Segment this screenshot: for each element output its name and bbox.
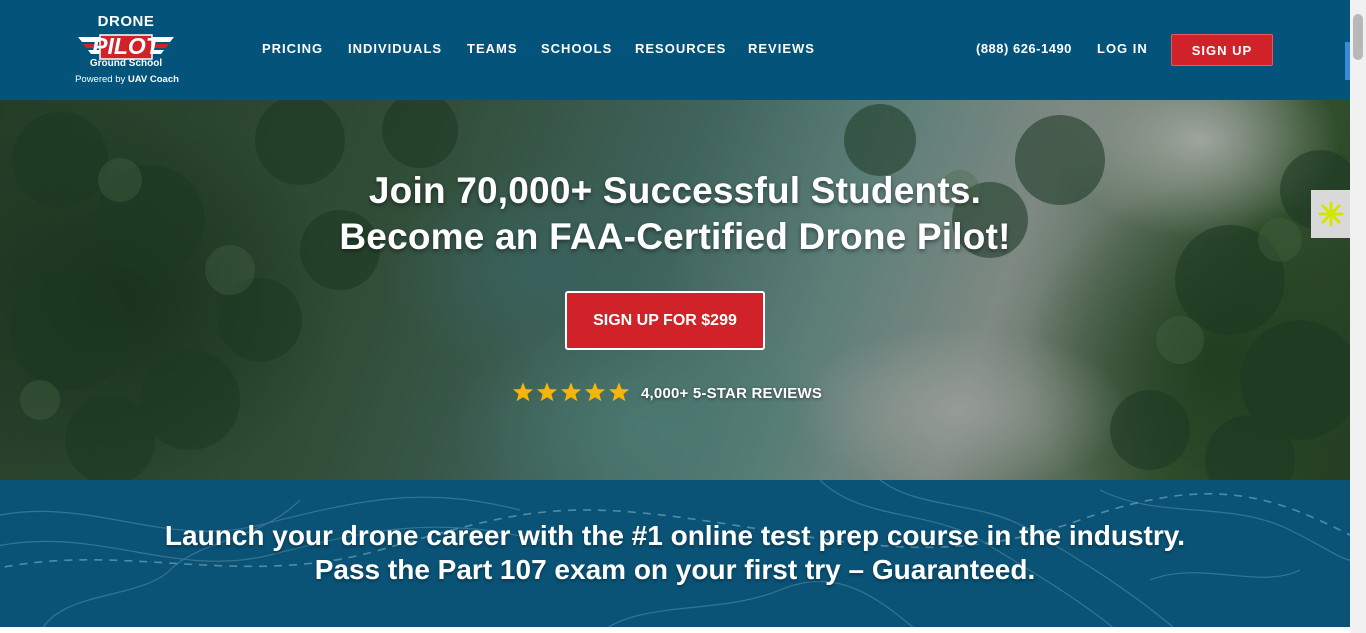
reviews-count-text[interactable]: 4,000+ 5-STAR REVIEWS [641, 385, 822, 402]
hero-content: Join 70,000+ Successful Students. Become… [0, 100, 1350, 480]
section-divider [0, 627, 1350, 633]
powered-by-brand: UAV Coach [127, 74, 179, 85]
logo-pilot-text: PILOT [92, 33, 160, 59]
site-header: DRONE PILOT Ground School Powered by UAV… [0, 0, 1350, 100]
hero-section: Join 70,000+ Successful Students. Become… [0, 100, 1350, 480]
nav-teams[interactable]: TEAMS [467, 41, 518, 56]
asterisk-icon [1318, 201, 1343, 227]
signup-button[interactable]: SIGN UP [1171, 34, 1273, 66]
band-headline-line2: Pass the Part 107 exam on your first try… [314, 554, 1036, 585]
powered-by-prefix: Powered by [75, 74, 126, 85]
logo-ground-school-text: Ground School [89, 58, 163, 69]
rating-stars [512, 381, 630, 405]
hero-headline-line1: Join 70,000+ Successful Students. [368, 170, 982, 211]
value-proposition-band: Launch your drone career with the #1 onl… [0, 480, 1350, 633]
hero-signup-button[interactable]: SIGN UP FOR $299 [565, 291, 765, 350]
nav-schools[interactable]: SCHOOLS [541, 41, 612, 56]
band-headline-line1: Launch your drone career with the #1 onl… [164, 520, 1186, 551]
phone-link[interactable]: (888) 626-1490 [976, 41, 1072, 56]
star-icon [536, 382, 558, 402]
nav-reviews[interactable]: REVIEWS [748, 41, 815, 56]
nav-pricing[interactable]: PRICING [262, 41, 323, 56]
feedback-tab[interactable] [1311, 190, 1350, 238]
drone-pilot-ground-school-logo[interactable]: DRONE PILOT Ground School Powered by UAV… [66, 12, 188, 88]
star-icon [560, 382, 582, 402]
star-icon [608, 382, 630, 402]
login-link[interactable]: LOG IN [1097, 41, 1148, 56]
hero-headline-line2: Become an FAA-Certified Drone Pilot! [339, 216, 1011, 257]
logo-drone-text: DRONE [97, 13, 155, 30]
star-icon [584, 382, 606, 402]
star-icon [512, 382, 534, 402]
scrollbar-thumb[interactable] [1353, 14, 1363, 60]
nav-resources[interactable]: RESOURCES [635, 41, 726, 56]
nav-individuals[interactable]: INDIVIDUALS [348, 41, 442, 56]
logo-powered-by: Powered by UAV Coach [66, 74, 188, 85]
page-scrollbar[interactable] [1350, 0, 1366, 633]
